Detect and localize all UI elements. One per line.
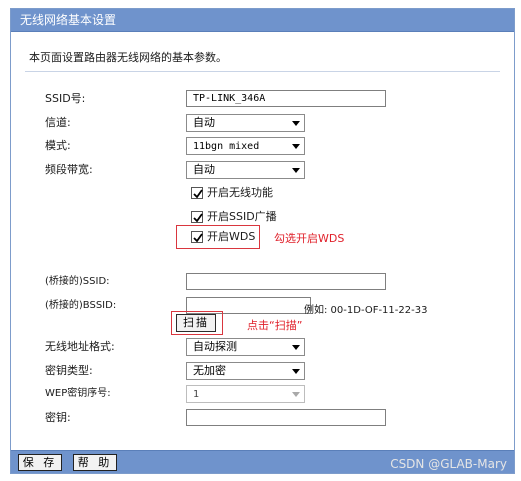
enable-wireless-checkbox[interactable] (191, 187, 203, 199)
wep-index-value: 1 (193, 389, 200, 400)
enable-wds-checkbox[interactable] (191, 231, 203, 243)
scan-button[interactable]: 扫描 (176, 314, 216, 332)
bridged-ssid-input[interactable] (186, 273, 386, 290)
watermark: CSDN @GLAB-Mary (390, 457, 507, 471)
channel-label: 信道: (45, 116, 71, 129)
mac-format-value: 自动探测 (193, 340, 237, 353)
key-type-value: 无加密 (193, 364, 226, 377)
key-label: 密钥: (45, 411, 71, 424)
channel-value: 自动 (193, 116, 215, 129)
enable-wireless-label: 开启无线功能 (207, 186, 273, 199)
divider (25, 71, 500, 72)
panel-title: 无线网络基本设置 (11, 9, 514, 32)
checkmark-icon (193, 189, 203, 199)
enable-wds-option[interactable]: 开启WDS (191, 229, 255, 245)
mode-value: 11bgn mixed (193, 141, 260, 152)
bssid-example: 例如: 00-1D-OF-11-22-33 (304, 305, 428, 316)
ssid-broadcast-option[interactable]: 开启SSID广播 (191, 209, 277, 225)
chevron-down-icon (292, 121, 300, 126)
key-type-label: 密钥类型: (45, 364, 93, 377)
chevron-down-icon (292, 345, 300, 350)
ssid-broadcast-label: 开启SSID广播 (207, 210, 277, 223)
chevron-down-icon (292, 369, 300, 374)
enable-wds-label: 开启WDS (207, 230, 256, 243)
mode-label: 模式: (45, 139, 71, 152)
key-input[interactable] (186, 409, 386, 426)
checkmark-icon (193, 213, 203, 223)
channel-select[interactable]: 自动 (186, 114, 305, 132)
wep-index-label: WEP密钥序号: (45, 388, 111, 399)
wds-annotation: 勾选开启WDS (274, 232, 345, 245)
bridged-bssid-label: (桥接的)BSSID: (45, 300, 117, 311)
bandwidth-select[interactable]: 自动 (186, 161, 305, 179)
bridged-ssid-label: (桥接的)SSID: (45, 276, 110, 287)
enable-wireless-option[interactable]: 开启无线功能 (191, 185, 273, 201)
ssid-broadcast-checkbox[interactable] (191, 211, 203, 223)
mac-format-label: 无线地址格式: (45, 340, 115, 353)
ssid-label: SSID号: (45, 92, 86, 105)
settings-panel: 无线网络基本设置 本页面设置路由器无线网络的基本参数。 SSID号: TP-LI… (10, 8, 515, 474)
mode-select[interactable]: 11bgn mixed (186, 137, 305, 155)
chevron-down-icon (292, 144, 300, 149)
key-type-select[interactable]: 无加密 (186, 362, 305, 380)
page-description: 本页面设置路由器无线网络的基本参数。 (29, 51, 227, 64)
help-button[interactable]: 帮 助 (73, 454, 117, 471)
chevron-down-icon (292, 392, 300, 397)
ssid-input[interactable]: TP-LINK_346A (186, 90, 386, 107)
scan-annotation: 点击“扫描” (247, 319, 303, 332)
chevron-down-icon (292, 168, 300, 173)
mac-format-select[interactable]: 自动探测 (186, 338, 305, 356)
bandwidth-value: 自动 (193, 163, 215, 176)
save-button[interactable]: 保 存 (18, 454, 62, 471)
wep-index-select[interactable]: 1 (186, 385, 305, 403)
checkmark-icon (193, 233, 203, 243)
bandwidth-label: 频段带宽: (45, 163, 93, 176)
